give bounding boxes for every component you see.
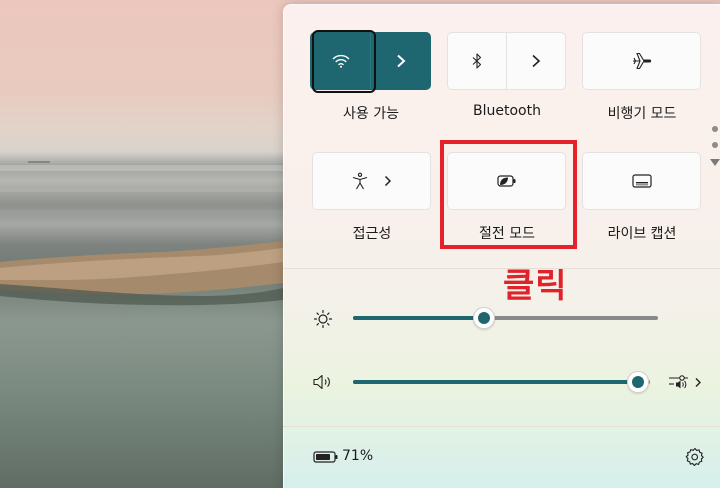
footer-divider (283, 426, 720, 427)
keyboard-focus-ring (312, 30, 376, 93)
wifi-label: 사용 가능 (343, 106, 399, 122)
battery-status-button[interactable] (313, 450, 339, 464)
chevron-right-icon (384, 175, 391, 187)
airplane-label: 비행기 모드 (607, 106, 677, 122)
accessibility-button[interactable] (312, 152, 431, 210)
bluetooth-tile (447, 32, 566, 90)
volume-icon[interactable] (312, 373, 334, 391)
battery-percentage: 71% (342, 448, 374, 464)
chevron-right-icon (396, 54, 405, 68)
live-captions-button[interactable] (582, 152, 701, 210)
accessibility-icon (352, 172, 367, 190)
annotation-highlight-box (440, 140, 577, 249)
wifi-expand-button[interactable] (370, 33, 430, 89)
settings-gear-icon (685, 447, 704, 467)
brightness-slider-fill (353, 316, 485, 320)
audio-output-button[interactable] (668, 373, 706, 391)
annotation-click-label: 클릭 (503, 266, 568, 306)
volume-slider-fill (353, 380, 639, 384)
accessibility-label: 접근성 (352, 226, 392, 242)
volume-slider-thumb[interactable] (627, 371, 650, 393)
volume-slider[interactable] (353, 380, 650, 384)
live-captions-icon (631, 174, 652, 188)
scroll-down-icon[interactable] (710, 159, 720, 167)
bluetooth-toggle-button[interactable] (448, 33, 506, 89)
bluetooth-expand-button[interactable] (506, 33, 565, 89)
brightness-icon (313, 309, 333, 329)
tiles-divider (283, 268, 720, 269)
battery-icon (313, 451, 338, 463)
airplane-mode-button[interactable] (582, 32, 701, 90)
bluetooth-label: Bluetooth (473, 103, 541, 119)
brightness-slider[interactable] (353, 316, 658, 320)
settings-button[interactable] (685, 447, 705, 467)
page-indicator-dot[interactable] (712, 142, 718, 148)
bluetooth-icon (472, 53, 482, 69)
brightness-slider-thumb[interactable] (473, 307, 496, 329)
live-captions-label: 라이브 캡션 (607, 226, 677, 242)
airplane-icon (632, 52, 651, 70)
page-indicator-dot[interactable] (712, 126, 718, 132)
chevron-right-icon (532, 54, 541, 68)
audio-output-icon (669, 375, 701, 389)
